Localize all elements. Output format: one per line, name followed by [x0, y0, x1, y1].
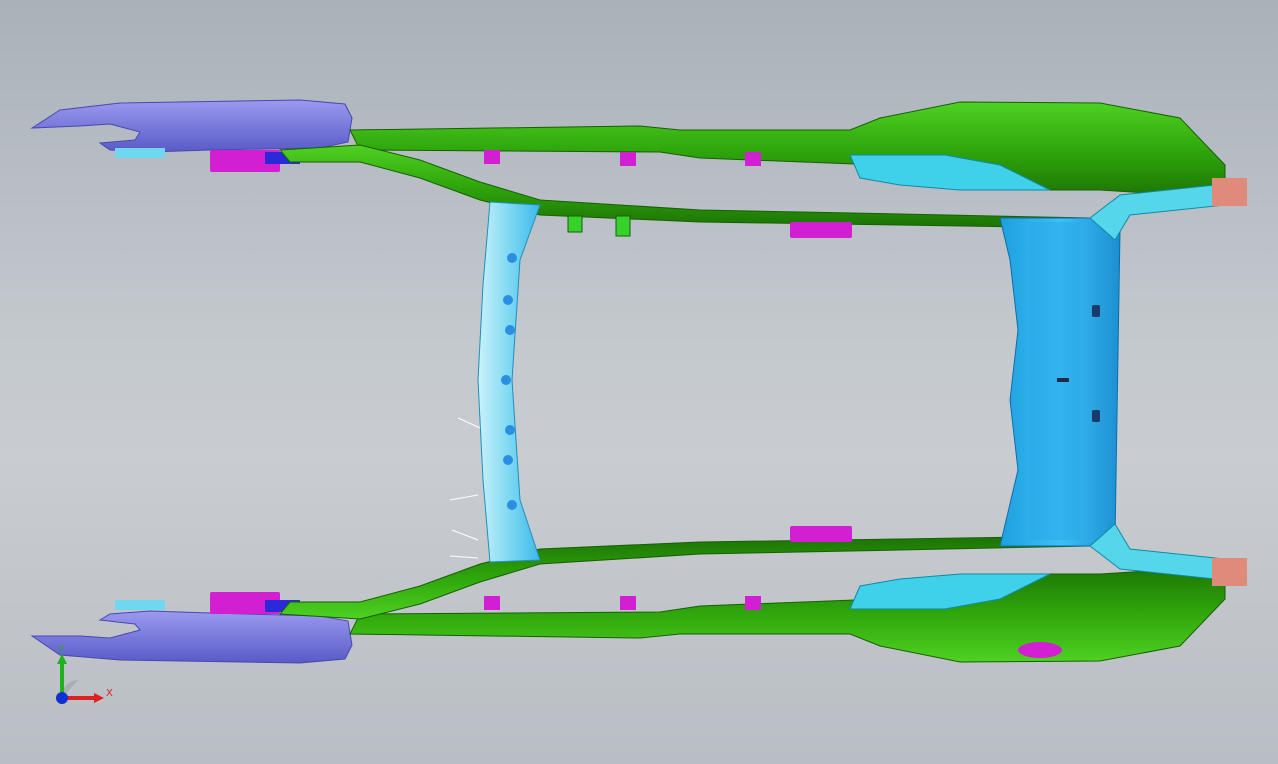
front-bracket-top — [30, 99, 353, 153]
chassis-frame-model[interactable] — [0, 0, 1278, 764]
mount-mid-bottom — [790, 526, 852, 542]
mount-mid-top — [790, 222, 852, 238]
z-axis-dot — [56, 692, 68, 704]
x-axis-label: X — [106, 688, 113, 699]
front-tab-bottom — [115, 600, 165, 610]
rear-corner-bottom — [1089, 523, 1226, 580]
axis-triad: X Y — [56, 644, 113, 704]
rear-corner-top — [1089, 184, 1226, 241]
y-axis-label: Y — [57, 644, 65, 655]
cad-viewport[interactable]: X Y — [0, 0, 1278, 764]
rear-tip-top — [1212, 178, 1247, 206]
front-tab-top — [115, 148, 165, 158]
rear-tip-bottom — [1212, 558, 1247, 586]
